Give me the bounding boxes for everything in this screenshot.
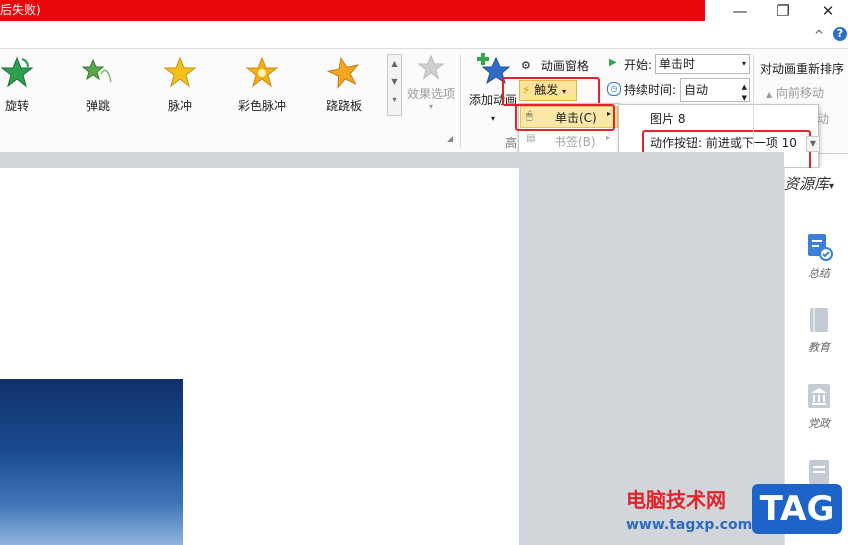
- ribbon-tab-row: [0, 22, 848, 48]
- start-label: 开始:: [624, 58, 653, 72]
- click-highlight: [515, 104, 615, 131]
- start-value: 单击时: [659, 57, 696, 71]
- dropdown-arrow-icon: ▾: [428, 102, 433, 111]
- animation-pane-button[interactable]: ⚙ 动画窗格: [521, 57, 589, 75]
- watermark-url: www.tagxp.com: [626, 517, 753, 533]
- animation-gallery: 旋转 弹跳 脉冲 彩色脉冲 跷跷板: [0, 50, 400, 120]
- submenu-scroll-icon[interactable]: ▼: [806, 136, 820, 152]
- effect-options-label: 效果选项: [406, 87, 455, 101]
- sidebar-title[interactable]: 资源库▾: [784, 173, 834, 194]
- trigger-label: 触发: [534, 83, 559, 97]
- animation-pane-icon: ⚙: [521, 58, 531, 72]
- sidebar-item-label: 教育: [808, 341, 830, 354]
- sidebar-item-label: 总结: [808, 267, 830, 280]
- group-separator: [753, 54, 754, 148]
- gallery-scrollbar[interactable]: ▲ ▼ ▾: [387, 54, 402, 116]
- bookmark-icon: ▤: [526, 133, 536, 144]
- bounce-star-icon: [81, 58, 112, 83]
- watermark-tag-badge: TAG: [752, 484, 842, 534]
- trigger-button[interactable]: ⚡ 触发 ▾: [519, 80, 577, 101]
- summary-icon: [808, 234, 833, 261]
- submenu-arrow-icon: ▸: [606, 133, 611, 142]
- group-separator: [460, 54, 461, 148]
- scroll-down-icon[interactable]: ▼: [388, 73, 401, 91]
- duration-label: 持续时间:: [624, 83, 677, 97]
- gallery-item-label: 彩色脉冲: [237, 99, 286, 113]
- collapse-ribbon-icon[interactable]: ^: [814, 28, 824, 42]
- sidebar-item-label: 党政: [808, 417, 830, 430]
- gallery-more-icon[interactable]: ▾: [388, 91, 401, 109]
- duration-input[interactable]: 自动 ▲ ▼: [680, 78, 750, 102]
- help-icon[interactable]: ?: [833, 27, 847, 41]
- menu-item-bookmark: ▤ 书签(B) ▸: [520, 131, 616, 151]
- move-later-button[interactable]: 动: [817, 110, 829, 127]
- clock-icon: ◷: [607, 82, 621, 96]
- up-arrow-icon: ▲: [766, 90, 773, 99]
- sidebar-item-summary[interactable]: 总结: [790, 232, 848, 281]
- advanced-animation-group-label: 高: [505, 136, 518, 150]
- rotate-star-icon: [0, 56, 34, 88]
- watermark-site-name: 电脑技术网: [626, 488, 726, 512]
- effect-options-star-icon: [417, 54, 445, 80]
- teeter-star-icon: [326, 57, 359, 90]
- sidebar-item-education[interactable]: 教育: [790, 306, 848, 355]
- dropdown-arrow-icon: ▾: [490, 114, 495, 123]
- gallery-item-rotate[interactable]: 旋转: [0, 56, 52, 114]
- move-earlier-button[interactable]: ▲ 向前移动: [766, 84, 824, 101]
- color-pulse-star-icon: [245, 56, 279, 88]
- gallery-item-pulse[interactable]: 脉冲: [145, 56, 215, 114]
- sidebar-title-label: 资源库: [784, 175, 830, 193]
- animation-pane-label: 动画窗格: [540, 59, 589, 73]
- effect-options-button[interactable]: 效果选项 ▾: [403, 54, 459, 111]
- gallery-item-teeter[interactable]: 跷跷板: [309, 56, 379, 114]
- lightning-icon: ⚡: [522, 83, 531, 97]
- book-icon: [810, 308, 828, 332]
- window-title: 后失败): [0, 3, 41, 17]
- slide-picture[interactable]: [0, 379, 183, 545]
- submenu-item-picture[interactable]: 图片 8: [650, 110, 685, 127]
- restore-button[interactable]: ❐: [760, 0, 806, 22]
- dropdown-arrow-icon: ▾: [741, 59, 746, 68]
- sidebar-item-government[interactable]: 党政: [790, 382, 848, 431]
- menu-item-label: 书签(B): [554, 135, 596, 149]
- spin-down-icon[interactable]: ▼: [742, 87, 747, 109]
- reorder-title: 对动画重新排序: [760, 62, 845, 76]
- gallery-item-label: 跷跷板: [325, 99, 362, 113]
- pulse-star-icon: [163, 56, 197, 88]
- gallery-item-bounce[interactable]: 弹跳: [63, 56, 133, 114]
- gallery-item-label: 弹跳: [85, 99, 110, 113]
- duration-value: 自动: [684, 83, 709, 97]
- dropdown-arrow-icon: ▾: [829, 181, 835, 192]
- scroll-up-icon[interactable]: ▲: [388, 55, 401, 73]
- window-title-bar: 后失败): [0, 0, 705, 21]
- start-icon: ▶: [609, 57, 617, 68]
- building-icon: [808, 384, 830, 408]
- dropdown-arrow-icon: ▾: [562, 87, 567, 96]
- close-button[interactable]: ✕: [805, 0, 848, 22]
- dialog-launcher-icon[interactable]: ◢: [447, 134, 453, 143]
- move-earlier-label: 向前移动: [775, 86, 824, 100]
- gallery-item-label: 旋转: [4, 99, 29, 113]
- gallery-item-label: 脉冲: [167, 99, 192, 113]
- start-select[interactable]: 单击时 ▾: [655, 54, 750, 74]
- gallery-item-color-pulse[interactable]: 彩色脉冲: [227, 56, 297, 114]
- minimize-button[interactable]: —: [717, 0, 763, 22]
